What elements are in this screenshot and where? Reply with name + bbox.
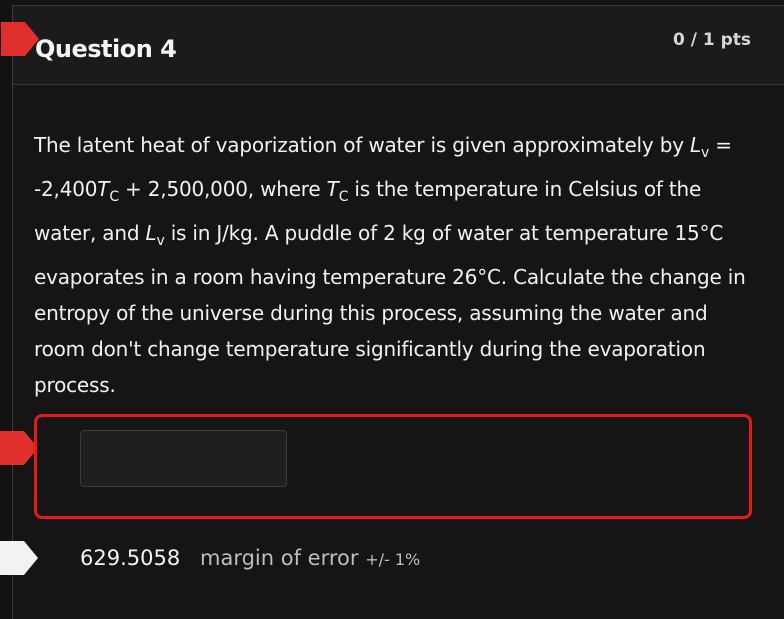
lv-symbol-2: L — [145, 221, 157, 245]
margin-label: margin of error — [200, 546, 359, 570]
question-text-intro: The latent heat of vaporization of water… — [34, 133, 690, 157]
question-title: Question 4 — [35, 35, 177, 63]
tc-subscript-2: C — [338, 189, 349, 205]
lv-symbol: L — [690, 133, 701, 157]
tc-subscript: C — [109, 189, 119, 205]
tc-symbol: T — [97, 177, 110, 201]
incorrect-flag-icon — [1, 22, 39, 56]
lv-subscript-2: v — [156, 233, 165, 249]
quiz-page: Question 4 0 / 1 pts The latent heat of … — [0, 0, 784, 619]
correct-answer-value: 629.5058 — [80, 546, 181, 570]
answer-incorrect-flag-icon — [0, 431, 38, 465]
margin-value: +/- 1% — [365, 550, 421, 569]
question-header: Question 4 0 / 1 pts — [1, 5, 784, 85]
equation-constant: + 2,500,000, where — [118, 177, 327, 201]
correct-answer-flag-icon — [0, 541, 38, 575]
tc-symbol-2: T — [326, 177, 339, 201]
question-text-body: is in J/kg. A puddle of 2 kg of water at… — [34, 221, 746, 397]
question-text: The latent heat of vaporization of water… — [34, 127, 754, 403]
question-points: 0 / 1 pts — [672, 30, 751, 50]
margin-of-error: margin of error +/- 1% — [200, 546, 420, 570]
answer-input[interactable] — [80, 430, 287, 487]
lv-subscript: v — [700, 145, 710, 161]
